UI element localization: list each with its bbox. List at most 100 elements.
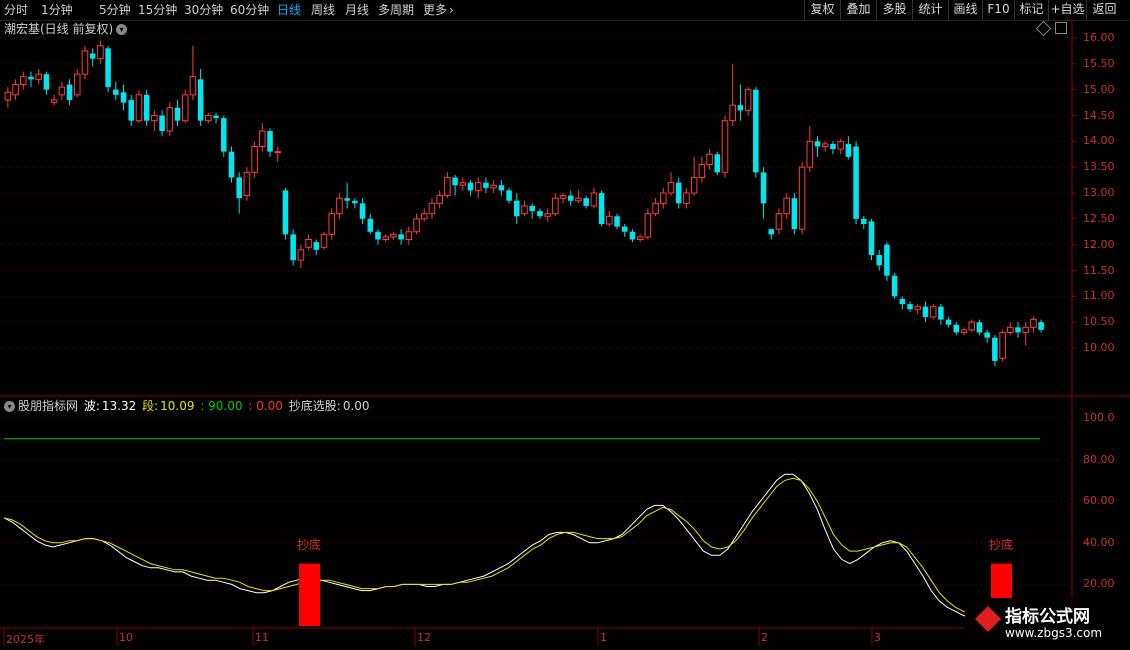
watermark-title: 指标公式网 [1005, 607, 1090, 627]
candle-body [698, 164, 706, 178]
candle-body [559, 195, 567, 199]
candle-body [945, 319, 952, 325]
candle-body [621, 226, 628, 232]
watermark: 指标公式网 www.zbgs3.com [965, 598, 1130, 650]
candle-body [514, 200, 520, 217]
candle-body [675, 182, 682, 204]
candle-body [498, 185, 505, 191]
candle-body [876, 255, 882, 266]
candle-body [868, 221, 875, 255]
candle-body [367, 218, 374, 232]
candle-body [845, 143, 852, 157]
chart-canvas[interactable] [0, 0, 1130, 650]
candle-body [181, 94, 189, 122]
candle-body [213, 115, 219, 119]
bottom-signal-bar [299, 563, 320, 626]
candle-body [352, 200, 358, 204]
candle-body [683, 192, 690, 204]
candle-body [706, 153, 713, 166]
candle-body [436, 195, 443, 204]
candle-body [529, 205, 535, 212]
candle-body [35, 73, 42, 80]
candle-body [12, 84, 19, 96]
candle-body [97, 45, 104, 60]
candle-body [853, 146, 859, 219]
candle-body [282, 190, 289, 235]
candle-body [483, 182, 489, 188]
candle-body [606, 215, 613, 225]
candle-body [290, 234, 296, 261]
candle-body [938, 306, 944, 320]
candle-body [81, 50, 89, 75]
candle-body [999, 332, 1006, 359]
candle-body [58, 86, 66, 96]
candle-body [884, 244, 890, 276]
candle-body [1007, 326, 1014, 334]
candle-body [590, 192, 598, 207]
candle-body [814, 141, 821, 147]
candle-body [544, 213, 551, 217]
candle-body [4, 91, 12, 101]
candle-body [297, 249, 305, 261]
candle-body [474, 182, 482, 191]
candle-body [50, 99, 58, 104]
candle-body [375, 231, 381, 240]
candle-body [760, 172, 767, 204]
candle-body [143, 94, 150, 121]
candle-body [737, 105, 744, 111]
candle-body [552, 197, 559, 215]
candle-body [992, 337, 998, 361]
candle-body [151, 115, 158, 122]
candle-body [753, 89, 759, 173]
candle-body [830, 143, 836, 150]
candle-body [652, 202, 659, 215]
candle-body [837, 140, 844, 150]
candle-body [328, 213, 335, 235]
candle-body [420, 213, 428, 220]
candle-body [690, 177, 698, 194]
candle-body [575, 197, 582, 202]
candle-body [89, 53, 96, 59]
candle-body [667, 182, 675, 194]
candle-body [174, 107, 181, 121]
candle-body [398, 234, 404, 240]
candle-body [405, 231, 413, 240]
candle-body [899, 298, 906, 305]
candle-body [267, 131, 273, 152]
candle-body [521, 205, 528, 215]
site-logo-icon [975, 606, 1001, 632]
candle-body [922, 306, 929, 317]
candle-body [984, 332, 990, 338]
candle-body [1022, 326, 1029, 334]
candle-body [135, 94, 143, 122]
candle-body [775, 213, 783, 230]
candle-body [428, 202, 436, 215]
candle-body [960, 329, 968, 333]
candle-body [644, 213, 652, 238]
candle-body [43, 74, 50, 90]
candle-body [891, 275, 898, 297]
candle-body [744, 89, 752, 111]
candle-body [1015, 327, 1021, 333]
candle-body [660, 192, 667, 204]
candle-body [166, 107, 174, 132]
candle-body [251, 146, 258, 173]
candle-body [614, 216, 620, 227]
candle-body [105, 48, 111, 88]
candle-body [768, 229, 775, 235]
candle-body [636, 236, 644, 241]
candle-body [714, 154, 721, 173]
candle-body [721, 120, 729, 173]
candle-body [629, 231, 636, 240]
candle-body [444, 177, 451, 197]
candle-body [236, 177, 242, 199]
candle-body [274, 151, 282, 154]
candle-body [413, 218, 420, 233]
candle-body [113, 89, 119, 95]
watermark-url: www.zbgs3.com [1005, 626, 1103, 640]
candle-body [506, 190, 512, 201]
candle-body [791, 198, 798, 230]
candle-body [729, 104, 736, 122]
candle-body [66, 84, 73, 100]
candle-body [344, 198, 350, 201]
